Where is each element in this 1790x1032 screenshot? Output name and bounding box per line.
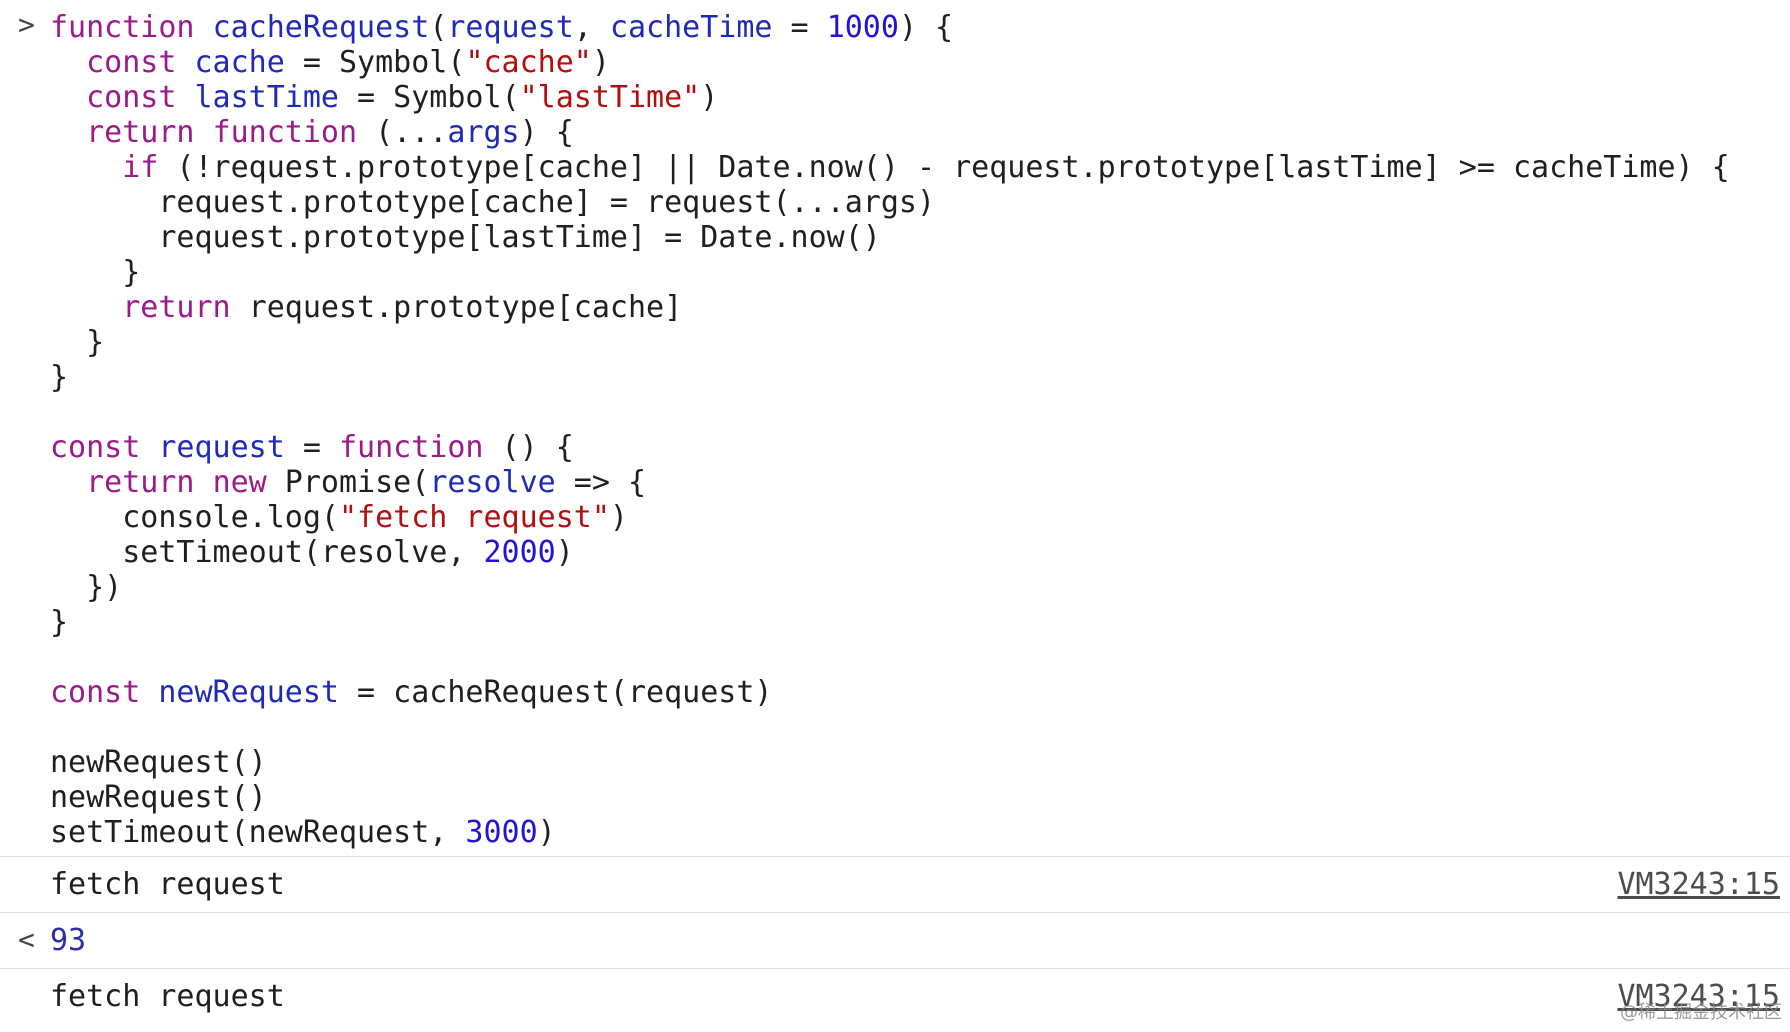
log-message: fetch request (50, 867, 285, 902)
code-line: }) (50, 570, 123, 605)
code-line: setTimeout(resolve, 2000) (50, 535, 574, 570)
log-message: fetch request (50, 979, 285, 1014)
devtools-console: > function cacheRequest(request, cacheTi… (0, 0, 1790, 1032)
chevron-right-icon: > (18, 8, 35, 41)
code-line: return new Promise(resolve => { (86, 465, 647, 500)
return-value[interactable]: 93 (50, 923, 86, 958)
code-line: } (50, 325, 105, 360)
code-line: const lastTime = Symbol("lastTime") (86, 80, 719, 115)
code-line: } (50, 605, 69, 640)
code-line: return function (...args) { (86, 115, 574, 150)
code-line: setTimeout(newRequest, 3000) (50, 815, 556, 850)
console-input-entry[interactable]: > function cacheRequest(request, cacheTi… (0, 0, 1790, 856)
code-line: request.prototype[lastTime] = Date.now() (50, 220, 881, 255)
source-link[interactable]: VM3243:15 (1617, 867, 1780, 902)
watermark: @稀土掘金技术社区 (1620, 1002, 1782, 1023)
code-line: } (50, 255, 141, 290)
code-line: newRequest() (50, 780, 267, 815)
return-arrow-icon: < (18, 923, 35, 956)
code-block[interactable]: function cacheRequest(request, cacheTime… (50, 10, 1730, 850)
code-line: return request.prototype[cache] (122, 290, 683, 325)
code-line: } (50, 360, 69, 395)
code-line: function cacheRequest(request, cacheTime… (50, 10, 954, 45)
code-line: newRequest() (50, 745, 267, 780)
code-line: console.log("fetch request") (50, 500, 628, 535)
code-line: request.prototype[cache] = request(...ar… (50, 185, 936, 220)
console-return-row: < 93 (0, 912, 1790, 968)
code-line: const cache = Symbol("cache") (86, 45, 610, 80)
console-log-row: fetch request VM3243:15 (0, 968, 1790, 1024)
console-log-row: fetch request VM3243:15 (0, 856, 1790, 912)
code-line: const newRequest = cacheRequest(request) (50, 675, 773, 710)
code-line: const request = function () { (50, 430, 574, 465)
code-line: if (!request.prototype[cache] || Date.no… (122, 150, 1730, 185)
